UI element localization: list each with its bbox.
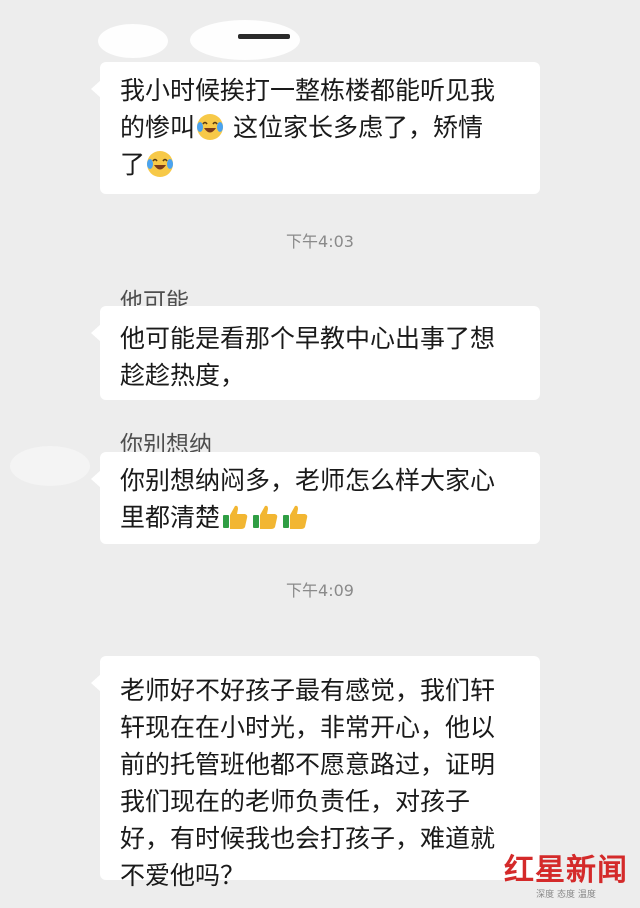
message-line: 轩现在在小时光，非常开心，他以 — [120, 713, 496, 742]
message-line: 前的托管班他都不愿意路过，证明 — [120, 750, 496, 779]
message-line: 了 — [120, 146, 522, 183]
message-line: 我小时候挨打一整栋楼都能听见我 — [120, 76, 496, 105]
thumbs-up-icon — [251, 503, 279, 531]
message-line: 好，有时候我也会打孩子，难道就 — [120, 824, 496, 853]
message-line: 不爱他吗？ — [120, 861, 246, 890]
laughing-crying-emoji-icon — [146, 150, 174, 178]
message-line: 他可能是看那个早教中心出事了想 — [120, 324, 496, 353]
laughing-crying-emoji-icon — [196, 113, 224, 141]
timestamp: 下午4:03 — [286, 232, 354, 251]
redacted-avatar-blur — [10, 446, 90, 486]
redacted-blur — [98, 24, 168, 58]
message-bubble[interactable]: 他可能是看那个早教中心出事了想 趁趁热度， — [91, 306, 540, 400]
redacted-name-bar — [238, 34, 290, 39]
thumbs-up-icon — [281, 503, 309, 531]
thumbs-up-icon — [221, 503, 249, 531]
message-bubble[interactable]: 我小时候挨打一整栋楼都能听见我 的惨叫 这位家长多虑了，矫情 了 — [91, 62, 540, 194]
message-bubble[interactable]: 老师好不好孩子最有感觉，我们轩 轩现在在小时光，非常开心，他以 前的托管班他都不… — [91, 656, 540, 890]
message-line: 我们现在的老师负责任，对孩子 — [120, 787, 471, 816]
message-line: 里都清楚 — [120, 499, 522, 536]
watermark-logo-text: 红星新闻 — [504, 853, 628, 888]
message-line: 的惨叫 这位家长多虑了，矫情 — [120, 113, 483, 142]
timestamp: 下午4:09 — [286, 581, 354, 600]
message-bubble[interactable]: 你别想纳闷多，老师怎么样大家心 里都清楚 — [91, 452, 540, 544]
message-line: 你别想纳闷多，老师怎么样大家心 — [120, 466, 496, 495]
message-line: 趁趁热度， — [120, 361, 246, 390]
redacted-blur — [190, 20, 300, 60]
news-watermark: 红星新闻 深度 态度 温度 — [504, 845, 628, 900]
message-line: 老师好不好孩子最有感觉，我们轩 — [120, 676, 496, 705]
